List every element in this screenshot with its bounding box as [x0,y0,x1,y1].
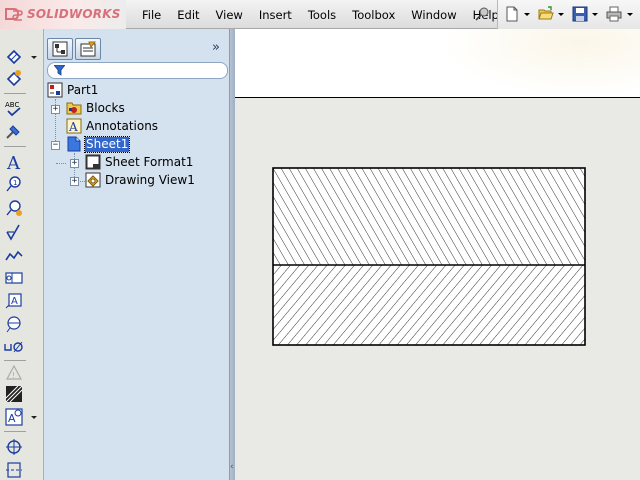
menu-bar: File Edit View Insert Tools Toolbox Wind… [134,0,507,29]
open-dropdown-icon[interactable] [558,13,564,16]
propertymanager-tab[interactable] [75,38,101,60]
centerline-icon[interactable] [4,460,24,480]
annotation-toolbar: ABC A 1 A ! A [0,29,44,480]
brand-name: SOLIDWORKS [27,7,121,21]
toolbar-separator [4,431,26,432]
area-hatch-icon[interactable] [4,384,24,404]
menu-insert[interactable]: Insert [251,8,300,22]
svg-text:1: 1 [13,179,17,187]
block-icon[interactable]: A [4,407,24,427]
format-painter-icon[interactable] [4,121,24,141]
svg-text:A: A [68,120,78,134]
tree-item-annotations[interactable]: A Annotations [66,117,159,135]
menu-view[interactable]: View [208,8,251,22]
menu-toolbox[interactable]: Toolbox [344,8,403,22]
tree-filter-input[interactable] [47,62,228,79]
collapse-panel-icon[interactable]: ‹ [230,462,234,472]
toolbar-separator [4,360,26,361]
tree-item-sheet1[interactable]: Sheet1 [66,135,131,153]
note-icon[interactable]: A [4,152,24,172]
filter-icon [54,65,65,76]
spell-check-icon[interactable]: ABC [4,98,24,118]
featuremanager-tree-icon [52,41,68,57]
menu-window[interactable]: Window [403,8,464,22]
tree-label-selected: Sheet1 [83,135,131,153]
dimension-dropdown-icon[interactable] [31,56,37,59]
smart-dimension-icon[interactable] [4,45,24,65]
drawing-view-icon [85,172,101,188]
quick-access-toolbar [497,0,640,29]
tree-item-drawing-view1[interactable]: Drawing View1 [85,171,196,189]
sheet-icon [67,136,81,152]
balloon-icon[interactable]: 1 [4,174,24,194]
svg-text:A: A [6,153,21,171]
annotations-icon: A [66,118,82,134]
solidworks-window: SOLIDWORKS File Edit View Insert Tools T… [0,0,640,480]
tree-item-sheet-format1[interactable]: Sheet Format1 [85,153,194,171]
save-dropdown-icon[interactable] [592,13,598,16]
propertymanager-icon [80,41,96,57]
expand-toggle[interactable]: + [70,159,79,168]
svg-text:A: A [11,296,18,307]
panel-tabs: » [44,38,232,60]
tree-item-blocks[interactable]: Blocks [66,99,126,117]
expand-toggle[interactable]: + [51,105,60,114]
expand-panel-icon[interactable]: » [212,41,226,55]
datum-target-icon[interactable] [4,314,24,334]
auto-balloon-icon[interactable] [4,198,24,218]
datum-feature-icon[interactable]: A [4,291,24,311]
new-document-icon[interactable] [504,6,520,22]
open-folder-icon[interactable] [538,6,554,22]
new-dropdown-icon[interactable] [524,13,530,16]
save-icon[interactable] [572,6,588,22]
tree-label: Part1 [67,82,99,97]
tree-item-part1[interactable]: Part1 [47,81,99,99]
collapse-toggle[interactable]: − [51,141,60,150]
tree-label: Blocks [86,100,125,115]
tree-connector [56,163,66,164]
title-menu-bar: SOLIDWORKS File Edit View Insert Tools T… [0,0,640,29]
toolbar-separator [4,146,26,147]
pin-menu-icon[interactable] [474,6,490,22]
upper-hatch [273,168,585,265]
hole-callout-icon[interactable] [4,337,24,357]
tree-label: Sheet Format1 [105,154,194,169]
model-items-icon[interactable] [4,68,24,88]
menu-tools[interactable]: Tools [300,8,344,22]
drawing-document-icon [47,82,63,98]
expand-toggle[interactable]: + [70,177,79,186]
menu-edit[interactable]: Edit [169,8,207,22]
blocks-folder-icon [66,102,82,115]
surface-finish-icon[interactable] [4,222,24,242]
toolbar-separator [4,93,26,94]
geometric-tolerance-icon[interactable] [4,268,24,288]
print-icon[interactable] [606,6,622,22]
sheet-format-icon [85,154,101,170]
tree-label: Drawing View1 [105,172,195,187]
print-dropdown-icon[interactable] [627,13,633,16]
solidworks-logo[interactable]: SOLIDWORKS [0,0,126,29]
featuremanager-panel: » Part1 + Blocks A Annotations − Sheet1 … [44,29,232,480]
sheet-margin [235,29,640,97]
lower-hatch [273,265,585,345]
block-dropdown-icon[interactable] [31,416,37,419]
tree-label: Annotations [86,118,159,133]
center-mark-icon[interactable] [4,437,24,457]
ds-logo-icon [5,8,23,21]
menu-file[interactable]: File [134,8,169,22]
svg-text:!: ! [12,371,15,380]
featuremanager-tab[interactable] [47,38,73,60]
svg-text:ABC: ABC [5,101,19,109]
revision-symbol-icon: ! [4,363,24,383]
weld-symbol-icon[interactable] [4,245,24,265]
drawing-view[interactable] [272,167,586,346]
